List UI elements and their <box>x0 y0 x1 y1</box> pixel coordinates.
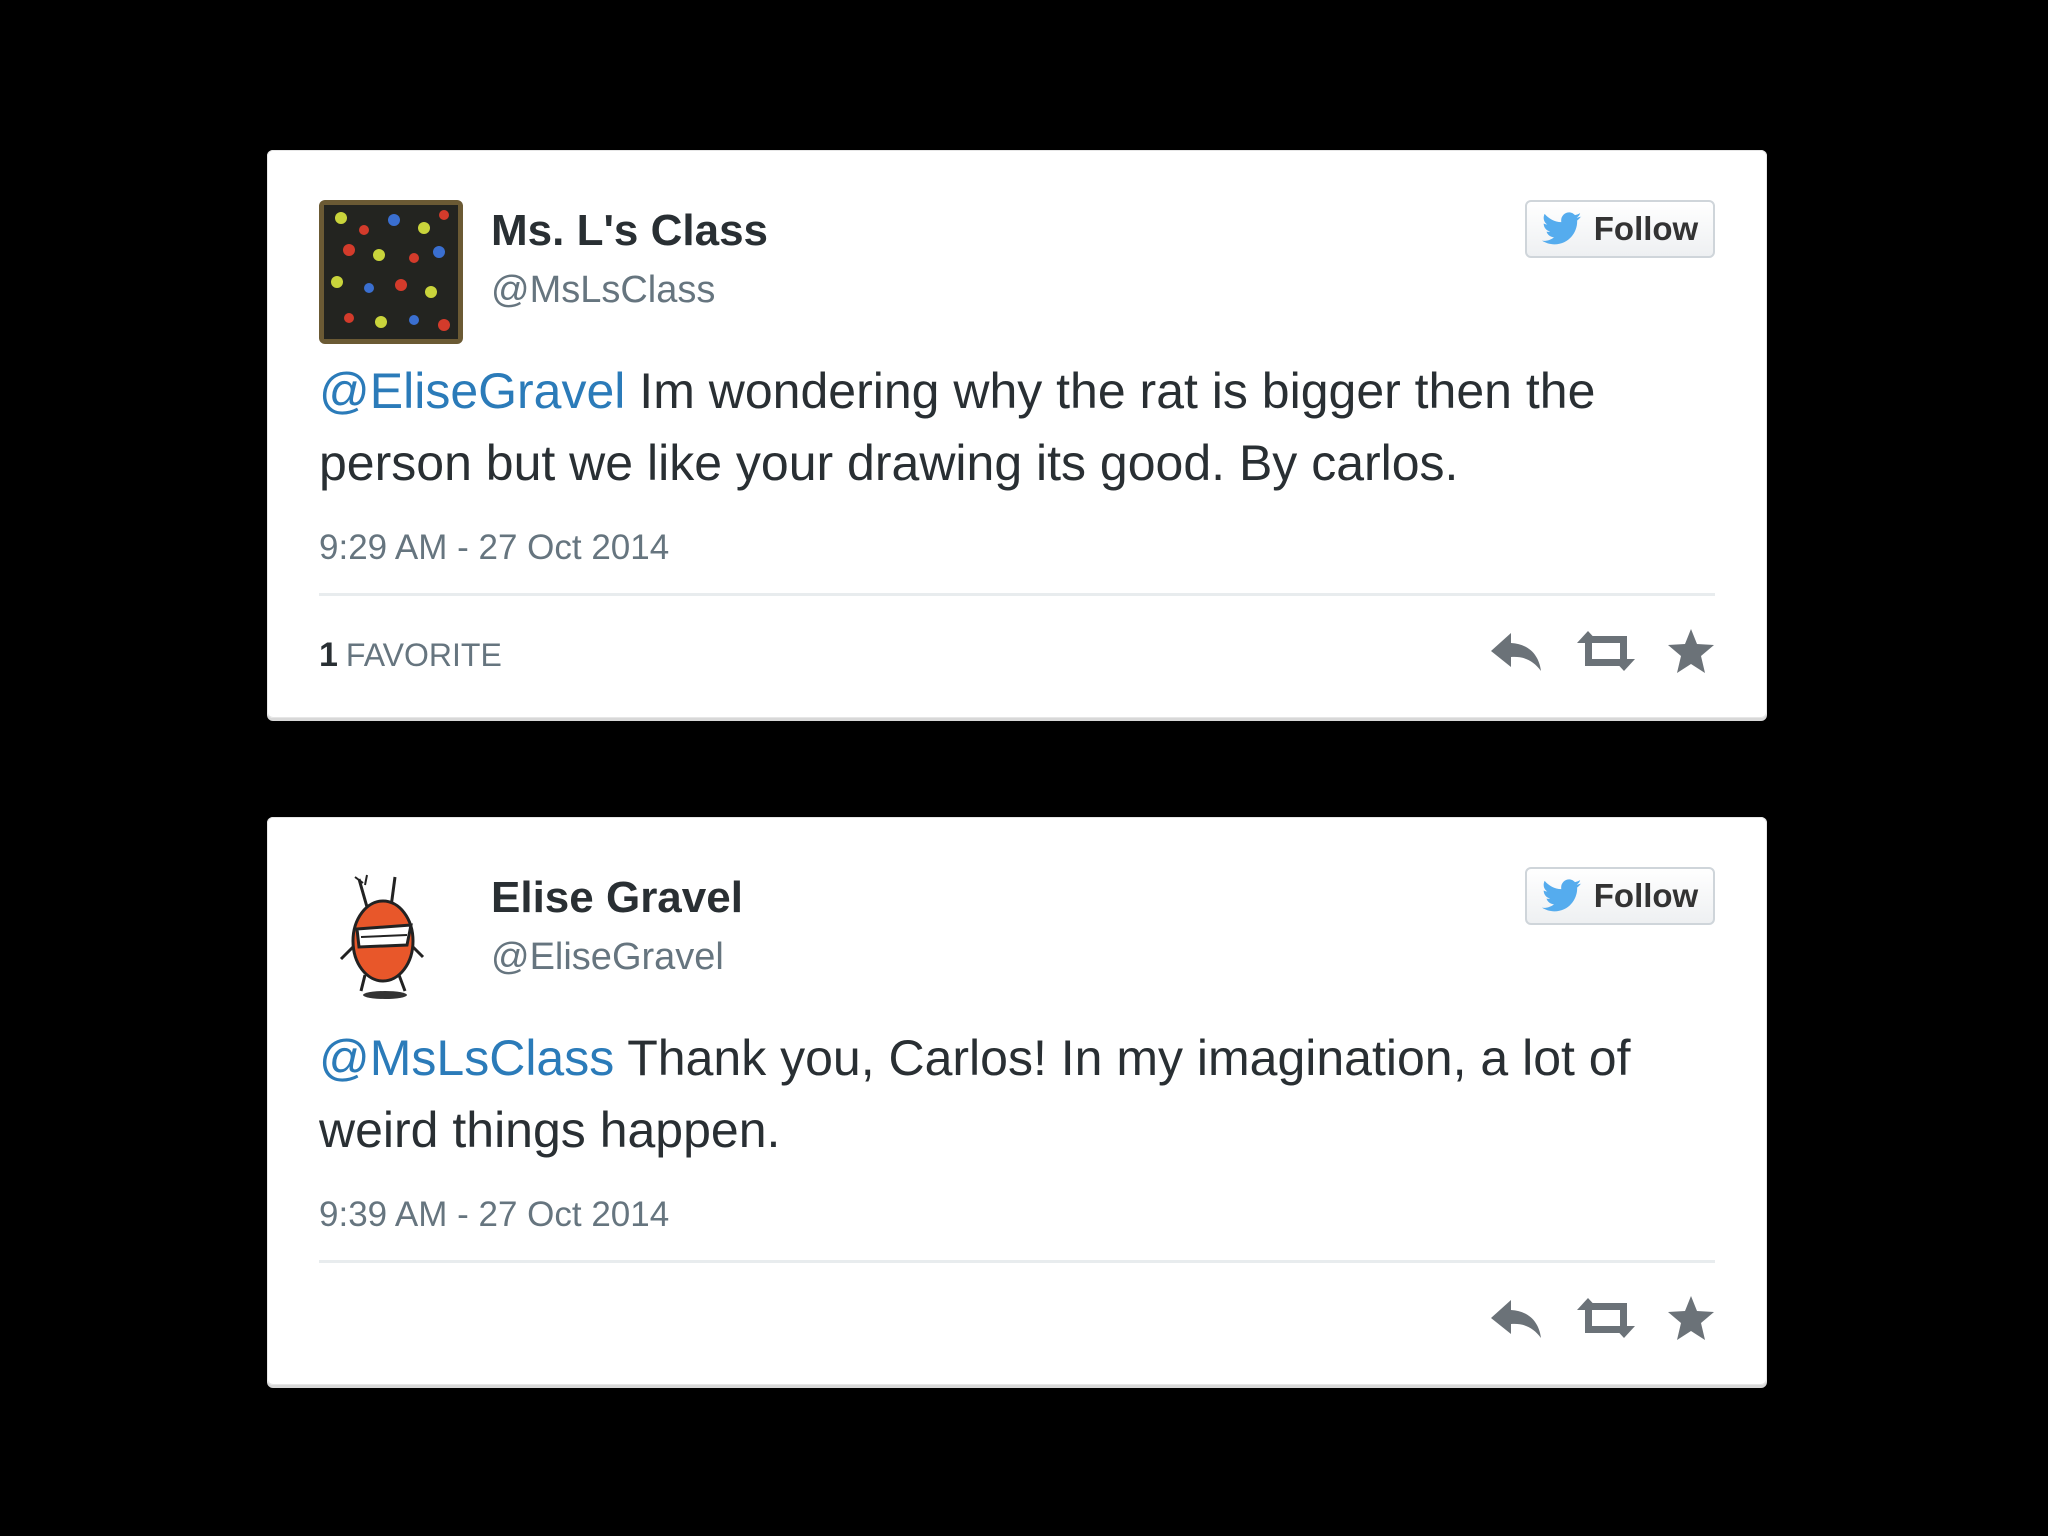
display-name[interactable]: Ms. L's Class <box>491 206 768 256</box>
reply-icon[interactable] <box>1489 1296 1545 1340</box>
timestamp[interactable]: 9:39 AM - 27 Oct 2014 <box>319 1195 669 1235</box>
reply-icon[interactable] <box>1489 629 1545 673</box>
retweet-icon[interactable] <box>1575 1296 1637 1340</box>
follow-button[interactable]: Follow <box>1525 200 1715 258</box>
tweet-card: Ms. L's Class @MsLsClass Follow @EliseGr… <box>267 150 1767 718</box>
timestamp[interactable]: 9:29 AM - 27 Oct 2014 <box>319 528 669 568</box>
display-name[interactable]: Elise Gravel <box>491 873 743 923</box>
star-icon[interactable] <box>1667 628 1715 674</box>
twitter-bird-icon <box>1541 212 1582 246</box>
avatar[interactable] <box>319 867 463 1011</box>
retweet-icon[interactable] <box>1575 629 1637 673</box>
follow-label: Follow <box>1593 210 1699 247</box>
tweet-text: @MsLsClass Thank you, Carlos! In my imag… <box>319 1022 1719 1166</box>
favorites-stat[interactable]: 1 Favorite <box>319 636 502 675</box>
avatar[interactable] <box>319 200 463 344</box>
favorites-label: Favorite <box>345 637 502 673</box>
follow-label: Follow <box>1593 877 1699 914</box>
follow-button[interactable]: Follow <box>1525 867 1715 925</box>
divider <box>319 1260 1715 1263</box>
mention-link[interactable]: @EliseGravel <box>319 363 625 419</box>
user-handle[interactable]: @MsLsClass <box>491 269 715 312</box>
user-handle[interactable]: @EliseGravel <box>491 936 724 979</box>
twitter-bird-icon <box>1541 879 1582 913</box>
tweet-text: @EliseGravel Im wondering why the rat is… <box>319 355 1719 499</box>
tweet-actions <box>1489 1295 1715 1341</box>
mention-link[interactable]: @MsLsClass <box>319 1030 614 1086</box>
favorites-count: 1 <box>319 636 338 674</box>
tweet-actions <box>1489 628 1715 674</box>
tweet-card: Elise Gravel @EliseGravel Follow @MsLsCl… <box>267 817 1767 1385</box>
divider <box>319 593 1715 596</box>
star-icon[interactable] <box>1667 1295 1715 1341</box>
